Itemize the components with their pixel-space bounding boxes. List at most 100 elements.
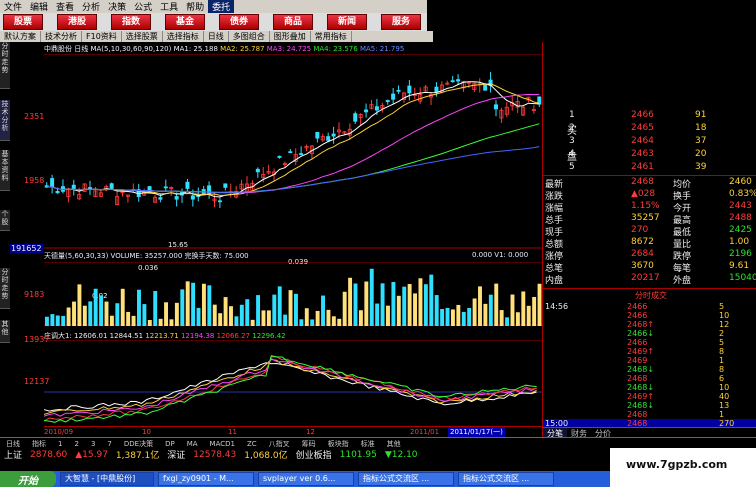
volume-bar bbox=[158, 318, 163, 326]
tab-indicator[interactable]: 指标 bbox=[26, 439, 52, 449]
bid-price-3: 2464 bbox=[631, 136, 654, 146]
toolbar-multi-chart[interactable]: 多图组合 bbox=[229, 31, 270, 42]
volume-chart[interactable] bbox=[44, 262, 542, 326]
tick-price: 2468↓ bbox=[627, 365, 655, 374]
tab-7[interactable]: 7 bbox=[101, 440, 117, 448]
volume-bar bbox=[358, 310, 363, 326]
volume-bar bbox=[245, 299, 250, 326]
menu-view[interactable]: 查看 bbox=[52, 0, 78, 13]
toolbar-tech-analysis[interactable]: 技术分析 bbox=[41, 31, 82, 42]
tick-price: 2466↓ bbox=[627, 329, 655, 338]
tab-others[interactable]: 其他 bbox=[381, 439, 407, 449]
tab-fundamentals[interactable]: 基本资料 bbox=[0, 150, 10, 191]
tick-row[interactable]: 2468 6 bbox=[543, 374, 756, 383]
tick-row[interactable]: 2469↑ 8 bbox=[543, 347, 756, 356]
chart-area[interactable]: 中鼎股份 日线 MA(5,10,30,60,90,120) MA1: 25.18… bbox=[10, 42, 542, 437]
tab-other[interactable]: 其他 bbox=[0, 320, 10, 343]
candle-body bbox=[50, 178, 55, 187]
nav-stocks-button[interactable]: 股票 bbox=[3, 14, 43, 30]
tick-row[interactable]: 2466 10 bbox=[543, 311, 756, 320]
menu-trade[interactable]: 委托 bbox=[208, 0, 235, 13]
volume-bar bbox=[99, 295, 104, 326]
tab-daily[interactable]: 日线 bbox=[0, 439, 26, 449]
menu-file[interactable]: 文件 bbox=[0, 0, 26, 13]
date-label-2: 10 bbox=[142, 428, 151, 436]
toolbar-select-indicator[interactable]: 选择指标 bbox=[163, 31, 204, 42]
volume-bar bbox=[331, 316, 336, 326]
tick-row[interactable]: 2468↓ 8 bbox=[543, 365, 756, 374]
tick-row[interactable]: 2469 1 bbox=[543, 356, 756, 365]
tick-price: 2466 bbox=[627, 338, 648, 347]
tick-volume: 1 bbox=[719, 410, 725, 419]
nav-hk-button[interactable]: 港股 bbox=[57, 14, 97, 30]
nav-index-button[interactable]: 指数 bbox=[111, 14, 151, 30]
volume-bar bbox=[456, 304, 461, 326]
volume-bar bbox=[423, 284, 428, 326]
toolbar-daily[interactable]: 日线 bbox=[204, 31, 229, 42]
tab-zc[interactable]: ZC bbox=[241, 440, 263, 448]
tab-dde[interactable]: DDE决策 bbox=[118, 439, 159, 449]
tab-macd1[interactable]: MACD1 bbox=[204, 440, 241, 448]
task-dazhihui[interactable]: 大智慧 - [中鼎股份] bbox=[60, 472, 154, 486]
nav-news-button[interactable]: 新闻 bbox=[327, 14, 367, 30]
tab-standard[interactable]: 标准 bbox=[355, 439, 381, 449]
tick-row[interactable]: 2466↓ 2 bbox=[543, 329, 756, 338]
tick-row[interactable]: 2468↑ 12 bbox=[543, 320, 756, 329]
tab-chips[interactable]: 筹码 bbox=[296, 439, 322, 449]
tab-2[interactable]: 2 bbox=[68, 440, 84, 448]
tick-row[interactable]: 14:56 2466 5 bbox=[543, 302, 756, 311]
market-status-bar: 上证 2878.60 ▲15.97 1,387.1亿 深证 12578.43 1… bbox=[0, 448, 610, 461]
quote-row: 总笔 3670 每笔 9.61 bbox=[543, 261, 756, 274]
menu-edit[interactable]: 编辑 bbox=[26, 0, 52, 13]
indicator-chart[interactable] bbox=[44, 340, 542, 426]
volume-bar bbox=[391, 281, 396, 326]
tick-row[interactable]: 2466 5 bbox=[543, 338, 756, 347]
tab-3[interactable]: 3 bbox=[85, 440, 101, 448]
toolbar-default-scheme[interactable]: 默认方案 bbox=[0, 31, 41, 42]
candle-body bbox=[483, 83, 488, 91]
toolbar-f10[interactable]: F10资料 bbox=[82, 31, 122, 42]
task-svplayer[interactable]: svplayer ver 0.6... bbox=[258, 472, 354, 486]
volume-bar bbox=[104, 301, 109, 326]
nav-fund-button[interactable]: 基金 bbox=[165, 14, 205, 30]
tick-row[interactable]: 2469↑ 40 bbox=[543, 392, 756, 401]
menu-decision[interactable]: 决策 bbox=[104, 0, 130, 13]
tab-stock[interactable]: 个股 bbox=[0, 210, 10, 231]
tab-intraday-2[interactable]: 分时走势 bbox=[0, 268, 10, 309]
quote-row: 最新 2468 均价 2460 bbox=[543, 177, 756, 190]
volume-bar bbox=[212, 304, 217, 326]
tick-row[interactable]: 2468↓ 13 bbox=[543, 401, 756, 410]
toolbar-common-indicators[interactable]: 常用指标 bbox=[311, 31, 352, 42]
task-fxgl[interactable]: fxgl_zy0901 - M... bbox=[158, 472, 254, 486]
toolbar-overlay[interactable]: 图形叠加 bbox=[270, 31, 311, 42]
menu-formula[interactable]: 公式 bbox=[130, 0, 156, 13]
kline-header: 中鼎股份 日线 MA(5,10,30,60,90,120) MA1: 25.18… bbox=[44, 44, 404, 54]
tab-bazhicha[interactable]: 八指叉 bbox=[263, 439, 296, 449]
tick-row[interactable]: 2468 1 bbox=[543, 410, 756, 419]
tab-technical[interactable]: 技术分析 bbox=[0, 100, 10, 141]
tab-intraday[interactable]: 分时走势 bbox=[0, 42, 10, 89]
divider bbox=[543, 288, 756, 289]
nav-bond-button[interactable]: 债券 bbox=[219, 14, 259, 30]
tab-ma[interactable]: MA bbox=[181, 440, 204, 448]
volume-bar bbox=[526, 305, 531, 326]
cursor-date: 2011/01/17(一) bbox=[448, 427, 505, 437]
tab-sector-index[interactable]: 板块指 bbox=[322, 439, 355, 449]
toolbar-select-stock[interactable]: 选择股票 bbox=[122, 31, 163, 42]
menu-tools[interactable]: 工具 bbox=[156, 0, 182, 13]
task-forum-1[interactable]: 指标公式交流区 ... bbox=[358, 472, 454, 486]
nav-commodity-button[interactable]: 商品 bbox=[273, 14, 313, 30]
tab-dp[interactable]: DP bbox=[159, 440, 181, 448]
nav-service-button[interactable]: 服务 bbox=[381, 14, 421, 30]
menu-analysis[interactable]: 分析 bbox=[78, 0, 104, 13]
menu-help[interactable]: 帮助 bbox=[182, 0, 208, 13]
candle-body bbox=[255, 168, 260, 173]
tick-row[interactable]: 2468↓ 10 bbox=[543, 383, 756, 392]
kline-chart[interactable] bbox=[44, 54, 542, 249]
tab-1[interactable]: 1 bbox=[52, 440, 68, 448]
quote-value: 2468 bbox=[631, 177, 654, 187]
task-forum-2[interactable]: 指标公式交流区 ... bbox=[458, 472, 554, 486]
bid-price-4: 2463 bbox=[631, 149, 654, 159]
start-button[interactable]: 开始 bbox=[0, 471, 56, 487]
volume-bar bbox=[229, 306, 233, 326]
